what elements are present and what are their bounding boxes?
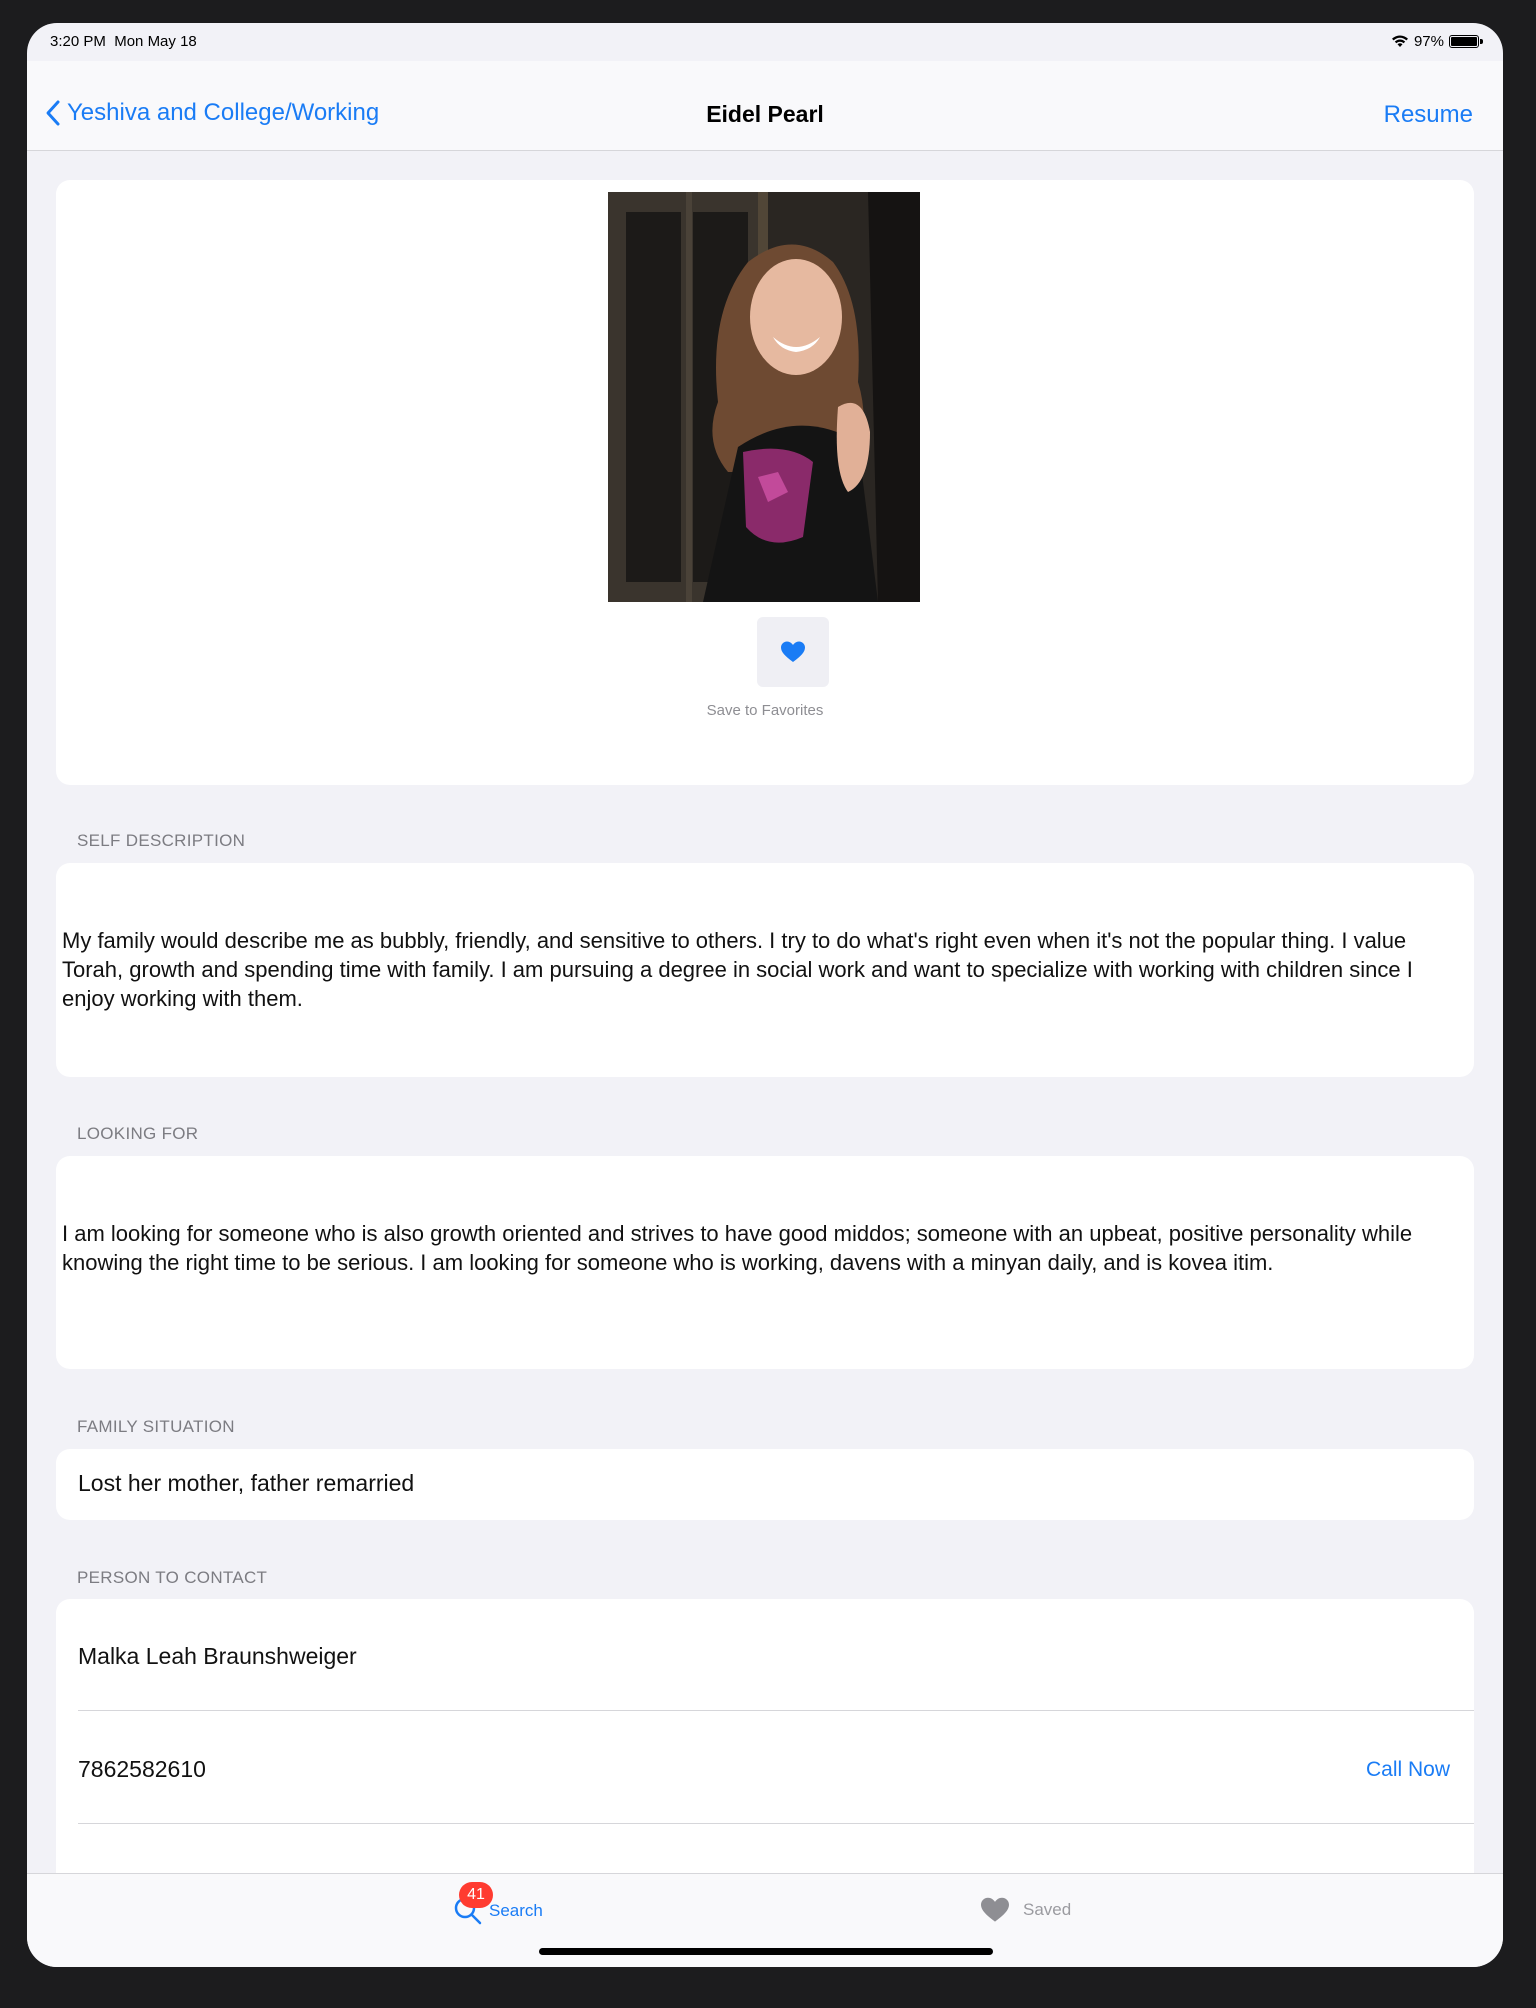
call-now-button[interactable]: Call Now — [1366, 1758, 1450, 1782]
family-situation-header: FAMILY SITUATION — [77, 1417, 235, 1436]
status-time: 3:20 PM Mon May 18 — [50, 33, 197, 50]
profile-photo — [608, 192, 920, 602]
looking-for-card: I am looking for someone who is also gro… — [56, 1156, 1474, 1369]
search-badge: 41 — [459, 1882, 493, 1908]
contact-phone: 7862582610 — [78, 1756, 206, 1782]
battery-percent: 97% — [1413, 33, 1444, 50]
looking-for-text: I am looking for someone who is also gro… — [62, 1221, 1413, 1275]
tab-saved[interactable]: Saved — [979, 1896, 1071, 1924]
heart-icon — [781, 641, 805, 662]
self-description-card: My family would describe me as bubbly, f… — [56, 863, 1474, 1077]
save-to-favorites-button[interactable] — [757, 617, 829, 687]
contact-card: Malka Leah Braunshweiger 7862582610 Call… — [56, 1599, 1474, 1919]
heart-icon — [981, 1897, 1009, 1922]
home-indicator[interactable] — [539, 1948, 993, 1955]
status-right: 97% — [1391, 33, 1483, 50]
self-description-text: My family would describe me as bubbly, f… — [62, 928, 1413, 1011]
tab-saved-label: Saved — [1023, 1900, 1072, 1919]
contact-name: Malka Leah Braunshweiger — [78, 1643, 357, 1669]
navigation-bar: Yeshiva and College/Working Eidel Pearl … — [27, 61, 1503, 151]
battery-icon — [1449, 35, 1483, 48]
tab-search-label: Search — [489, 1901, 543, 1920]
looking-for-header: LOOKING FOR — [77, 1124, 199, 1143]
resume-button[interactable]: Resume — [1384, 101, 1473, 129]
device-screen: 3:20 PM Mon May 18 97% Yeshiva and Colle… — [27, 23, 1503, 1967]
page-title: Eidel Pearl — [706, 101, 824, 127]
status-bar: 3:20 PM Mon May 18 97% — [27, 23, 1503, 61]
family-situation-text: Lost her mother, father remarried — [78, 1470, 415, 1496]
wifi-icon — [1391, 35, 1408, 47]
family-situation-card: Lost her mother, father remarried — [56, 1449, 1474, 1520]
profile-photo-card: Save to Favorites — [56, 180, 1474, 785]
divider — [78, 1710, 1474, 1711]
self-description-header: SELF DESCRIPTION — [77, 831, 246, 850]
divider — [78, 1823, 1474, 1824]
person-to-contact-header: PERSON TO CONTACT — [77, 1568, 268, 1587]
save-to-favorites-label: Save to Favorites — [706, 702, 824, 719]
